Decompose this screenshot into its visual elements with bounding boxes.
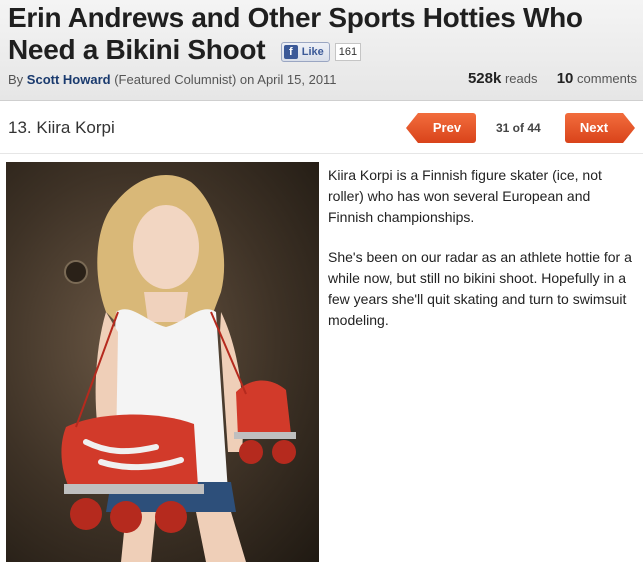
article-title: Erin Andrews and Other Sports Hotties Wh… (8, 2, 638, 66)
slide-body: Kiira Korpi is a Finnish figure skater (… (328, 165, 633, 350)
comments-label[interactable]: comments (577, 71, 637, 86)
facebook-like-count: 161 (334, 43, 362, 61)
slide-page-indicator: 31 of 44 (496, 121, 541, 135)
article-header: Erin Andrews and Other Sports Hotties Wh… (0, 0, 643, 101)
author-role-date: (Featured Columnist) on April 15, 2011 (114, 72, 337, 87)
slide-paragraph: Kiira Korpi is a Finnish figure skater (… (328, 167, 602, 225)
slide-title: 13. Kiira Korpi (8, 118, 115, 137)
slide-photo (6, 162, 319, 562)
reads-count: 528k (467, 70, 502, 87)
author-link[interactable]: Scott Howard (27, 72, 111, 87)
comments-count[interactable]: 10 (557, 70, 574, 87)
slide-photo-illustration (61, 174, 296, 562)
facebook-icon: f (283, 45, 298, 59)
reads-label: reads (504, 71, 538, 86)
byline: By Scott Howard (Featured Columnist) on … (8, 72, 337, 87)
byline-prefix: By (8, 72, 24, 87)
facebook-like-label: Like (301, 46, 324, 58)
slideshow-nav: 13. Kiira Korpi Prev 31 of 44 Next (0, 102, 643, 154)
facebook-like-button[interactable]: f Like (280, 42, 330, 62)
prev-button[interactable]: Prev (406, 113, 476, 143)
article-stats: 528k reads 10 comments (468, 70, 637, 87)
slide-paragraph: She's been on our radar as an athlete ho… (328, 249, 632, 328)
next-button[interactable]: Next (565, 113, 635, 143)
